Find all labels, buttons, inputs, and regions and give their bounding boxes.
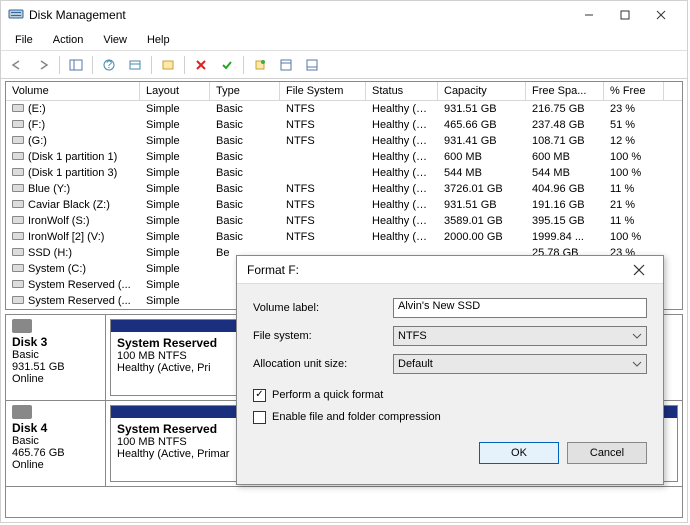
- disk-header[interactable]: Disk 4Basic465.76 GBOnline: [6, 401, 106, 486]
- table-row[interactable]: (E:)SimpleBasicNTFSHealthy (A...931.51 G…: [6, 101, 682, 117]
- app-icon: [8, 6, 24, 22]
- disk-icon: [12, 405, 32, 419]
- volume-icon: [12, 248, 24, 256]
- table-row[interactable]: IronWolf [2] (V:)SimpleBasicNTFSHealthy …: [6, 229, 682, 245]
- grid-header: Volume Layout Type File System Status Ca…: [6, 82, 682, 101]
- table-row[interactable]: (Disk 1 partition 3)SimpleBasicHealthy (…: [6, 165, 682, 181]
- cancel-button[interactable]: Cancel: [567, 442, 647, 464]
- dialog-close-button[interactable]: [625, 260, 653, 280]
- table-row[interactable]: Blue (Y:)SimpleBasicNTFSHealthy (B...372…: [6, 181, 682, 197]
- properties-button[interactable]: [156, 54, 180, 76]
- svg-text:?: ?: [106, 59, 112, 71]
- volume-icon: [12, 136, 24, 144]
- menubar: File Action View Help: [1, 29, 687, 51]
- volume-icon: [12, 232, 24, 240]
- menu-action[interactable]: Action: [45, 32, 92, 48]
- volume-label-label: Volume label:: [253, 302, 393, 314]
- minimize-button[interactable]: [571, 4, 607, 26]
- allocation-label: Allocation unit size:: [253, 358, 393, 370]
- col-volume[interactable]: Volume: [6, 82, 140, 100]
- dialog-titlebar: Format F:: [237, 256, 663, 284]
- quick-format-label: Perform a quick format: [272, 389, 383, 401]
- table-row[interactable]: IronWolf (S:)SimpleBasicNTFSHealthy (B..…: [6, 213, 682, 229]
- volume-icon: [12, 280, 24, 288]
- delete-button[interactable]: [189, 54, 213, 76]
- volume-icon: [12, 216, 24, 224]
- col-status[interactable]: Status: [366, 82, 438, 100]
- maximize-button[interactable]: [607, 4, 643, 26]
- volume-icon: [12, 152, 24, 160]
- quick-format-checkbox[interactable]: ✓: [253, 389, 266, 402]
- forward-button[interactable]: [31, 54, 55, 76]
- chevron-down-icon: [632, 333, 642, 339]
- filesystem-select[interactable]: NTFS: [393, 326, 647, 346]
- volume-icon: [12, 104, 24, 112]
- settings-top-button[interactable]: [274, 54, 298, 76]
- partition[interactable]: System Reserved100 MB NTFSHealthy (Activ…: [110, 405, 250, 482]
- disk-header[interactable]: Disk 3Basic931.51 GBOnline: [6, 315, 106, 400]
- help-button[interactable]: ?: [97, 54, 121, 76]
- back-button[interactable]: [5, 54, 29, 76]
- refresh-button[interactable]: [123, 54, 147, 76]
- format-dialog: Format F: Volume label: Alvin's New SSD …: [236, 255, 664, 485]
- col-layout[interactable]: Layout: [140, 82, 210, 100]
- toolbar: ?: [1, 51, 687, 79]
- volume-icon: [12, 200, 24, 208]
- menu-help[interactable]: Help: [139, 32, 178, 48]
- table-row[interactable]: (G:)SimpleBasicNTFSHealthy (A...931.41 G…: [6, 133, 682, 149]
- volume-icon: [12, 168, 24, 176]
- col-capacity[interactable]: Capacity: [438, 82, 526, 100]
- filesystem-label: File system:: [253, 330, 393, 342]
- volume-icon: [12, 120, 24, 128]
- col-filesystem[interactable]: File System: [280, 82, 366, 100]
- volume-icon: [12, 184, 24, 192]
- ok-button[interactable]: OK: [479, 442, 559, 464]
- compression-checkbox[interactable]: [253, 411, 266, 424]
- volume-icon: [12, 296, 24, 304]
- menu-view[interactable]: View: [95, 32, 135, 48]
- dialog-title: Format F:: [247, 263, 625, 277]
- titlebar: Disk Management: [1, 1, 687, 29]
- window-title: Disk Management: [9, 8, 571, 22]
- volume-label-input[interactable]: Alvin's New SSD: [393, 298, 647, 318]
- compression-label: Enable file and folder compression: [272, 411, 441, 423]
- col-freespace[interactable]: Free Spa...: [526, 82, 604, 100]
- col-pctfree[interactable]: % Free: [604, 82, 664, 100]
- close-button[interactable]: [643, 4, 679, 26]
- volume-icon: [12, 264, 24, 272]
- check-button[interactable]: [215, 54, 239, 76]
- disk-icon: [12, 319, 32, 333]
- table-row[interactable]: (Disk 1 partition 1)SimpleBasicHealthy (…: [6, 149, 682, 165]
- table-row[interactable]: Caviar Black (Z:)SimpleBasicNTFSHealthy …: [6, 197, 682, 213]
- show-hide-tree-button[interactable]: [64, 54, 88, 76]
- partition[interactable]: System Reserved100 MB NTFSHealthy (Activ…: [110, 319, 250, 396]
- chevron-down-icon: [632, 361, 642, 367]
- allocation-select[interactable]: Default: [393, 354, 647, 374]
- settings-bottom-button[interactable]: [300, 54, 324, 76]
- new-button[interactable]: [248, 54, 272, 76]
- table-row[interactable]: (F:)SimpleBasicNTFSHealthy (A...465.66 G…: [6, 117, 682, 133]
- menu-file[interactable]: File: [7, 32, 41, 48]
- col-type[interactable]: Type: [210, 82, 280, 100]
